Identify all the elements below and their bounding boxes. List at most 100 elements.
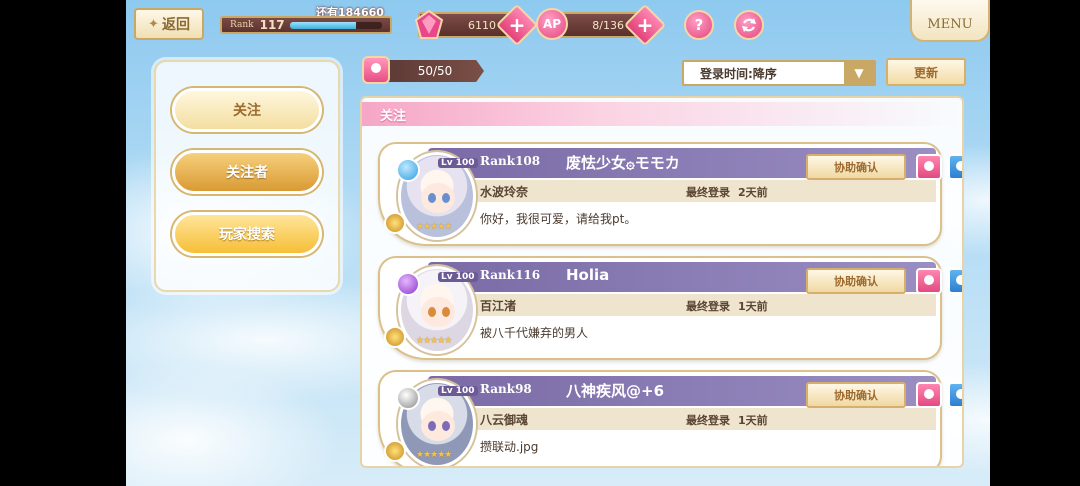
level-value: 100 <box>455 386 475 396</box>
player-search-button[interactable]: 玩家搜索 <box>172 212 322 256</box>
player-rank: Rank98 <box>480 382 532 396</box>
follow-icon[interactable] <box>948 154 962 180</box>
player-comment: 你好，我很可爱，请给我pt。 <box>480 212 637 226</box>
gem-icon <box>414 9 444 39</box>
level-value: 100 <box>455 158 475 168</box>
wind-attribute-icon <box>396 386 420 410</box>
avatar-eye <box>428 307 436 317</box>
update-label: 更新 <box>913 65 938 80</box>
support-confirm-button[interactable]: 协助确认 <box>806 268 906 294</box>
profile-icon[interactable] <box>916 268 942 294</box>
following-tab-label: 关注 <box>233 103 261 119</box>
plus-icon: + <box>508 13 526 37</box>
support-character: 水波玲奈 <box>480 185 529 199</box>
rank-bar: Rank 117 <box>220 16 392 34</box>
last-login-value: 1天前 <box>738 300 768 313</box>
avatar-eye <box>442 421 450 431</box>
player-card[interactable]: 协助确认 Rank98 八神疾风@+6 八云御魂 最终登录 1天前 攒联动.jpg… <box>378 370 962 466</box>
follow-count-bar: 50/50 <box>386 60 484 82</box>
star-rating-icon: ★★★★★ <box>416 222 452 232</box>
player-rank: Rank116 <box>480 268 541 282</box>
player-card[interactable]: 协助确认 Rank108 废怯少女۞モモカ 水波玲奈 最终登录 2天前 你好，我很… <box>378 142 962 246</box>
add-gems-button[interactable]: + <box>495 3 539 47</box>
avatar-eye <box>428 421 436 431</box>
player-info-row: 水波玲奈 最终登录 2天前 <box>470 180 936 202</box>
avatar-eye <box>428 193 436 203</box>
player-rank: Rank108 <box>480 154 541 168</box>
follow-side-panel: 关注 关注者 玩家搜索 <box>154 60 340 292</box>
add-ap-button[interactable]: + <box>623 3 667 47</box>
support-character: 八云御魂 <box>480 413 529 427</box>
sort-dropdown[interactable]: 登录时间:降序 ▼ <box>682 60 876 86</box>
follow-list-panel: 关注 协助确认 Rank108 废怯少女۞モモカ 水波玲奈 最终登录 2天前 你好… <box>360 96 964 468</box>
ap-counter: AP 8/136 + <box>536 3 667 47</box>
support-confirm-label: 协助确认 <box>834 275 878 288</box>
avatar-eye <box>442 307 450 317</box>
support-confirm-label: 协助确认 <box>834 161 878 174</box>
user-icon <box>362 56 390 84</box>
support-confirm-label: 协助确认 <box>834 389 878 402</box>
last-login-label: 最终登录 <box>686 414 730 427</box>
help-button[interactable]: ? <box>684 10 714 40</box>
rank-display: 还有184660 Rank 117 <box>220 6 392 34</box>
section-title-label: 关注 <box>380 108 407 124</box>
player-name: 废怯少女۞モモカ <box>566 154 680 172</box>
game-screen: ✦ 返回 还有184660 Rank 117 6110 + AP 8/136 +… <box>126 0 990 486</box>
rank-value: 117 <box>259 18 285 32</box>
follow-icon[interactable] <box>948 268 962 294</box>
level-label: Lv <box>441 386 453 396</box>
refresh-icon <box>742 18 756 32</box>
level-badge: Lv 100 <box>438 272 478 282</box>
avatar-eye <box>442 193 450 203</box>
support-character: 百江渚 <box>480 299 517 313</box>
player-comment: 攒联动.jpg <box>480 440 539 454</box>
player-comment: 被八千代嫌弃的男人 <box>480 326 589 340</box>
chevron-down-icon: ▼ <box>844 62 874 84</box>
follow-count: 50/50 <box>362 56 486 84</box>
level-badge: Lv 100 <box>438 386 478 396</box>
followers-tab-label: 关注者 <box>226 165 268 181</box>
xp-progress-fill <box>289 21 356 29</box>
profile-icon[interactable] <box>916 154 942 180</box>
level-value: 100 <box>455 272 475 282</box>
following-tab[interactable]: 关注 <box>172 88 322 132</box>
level-label: Lv <box>441 158 453 168</box>
level-badge: Lv 100 <box>438 158 478 168</box>
player-info-row: 百江渚 最终登录 1天前 <box>470 294 936 316</box>
last-login: 最终登录 1天前 <box>686 412 768 428</box>
dark-attribute-icon <box>396 272 420 296</box>
update-button[interactable]: 更新 <box>886 58 966 86</box>
menu-button[interactable]: MENU <box>910 0 990 42</box>
player-card[interactable]: 协助确认 Rank116 Holia 百江渚 最终登录 1天前 被八千代嫌弃的男人… <box>378 256 962 360</box>
ap-count: 8/136 <box>592 18 624 32</box>
followers-tab[interactable]: 关注者 <box>172 150 322 194</box>
help-icon: ? <box>694 16 704 34</box>
medal-icon <box>384 212 406 234</box>
last-login: 最终登录 1天前 <box>686 298 768 314</box>
gem-count: 6110 <box>468 18 496 32</box>
level-label: Lv <box>441 272 453 282</box>
player-name: 八神疾风@+6 <box>566 382 665 400</box>
gem-counter: 6110 + <box>414 3 539 47</box>
switch-button[interactable] <box>734 10 764 40</box>
star-rating-icon: ★★★★★ <box>416 450 452 460</box>
rank-label: Rank <box>230 20 254 30</box>
plus-icon: + <box>636 13 654 37</box>
follow-icon[interactable] <box>948 382 962 408</box>
water-attribute-icon <box>396 158 420 182</box>
medal-icon <box>384 326 406 348</box>
follow-count-value: 50/50 <box>417 64 453 78</box>
last-login-label: 最终登录 <box>686 300 730 313</box>
sort-value: 登录时间:降序 <box>700 66 777 81</box>
support-confirm-button[interactable]: 协助确认 <box>806 154 906 180</box>
last-login: 最终登录 2天前 <box>686 184 768 200</box>
last-login-value: 1天前 <box>738 414 768 427</box>
player-name: Holia <box>566 266 610 284</box>
support-confirm-button[interactable]: 协助确认 <box>806 382 906 408</box>
xp-progress-bar <box>289 21 382 29</box>
last-login-value: 2天前 <box>738 186 768 199</box>
player-search-label: 玩家搜索 <box>219 227 275 243</box>
back-button[interactable]: ✦ 返回 <box>134 8 204 40</box>
profile-icon[interactable] <box>916 382 942 408</box>
last-login-label: 最终登录 <box>686 186 730 199</box>
